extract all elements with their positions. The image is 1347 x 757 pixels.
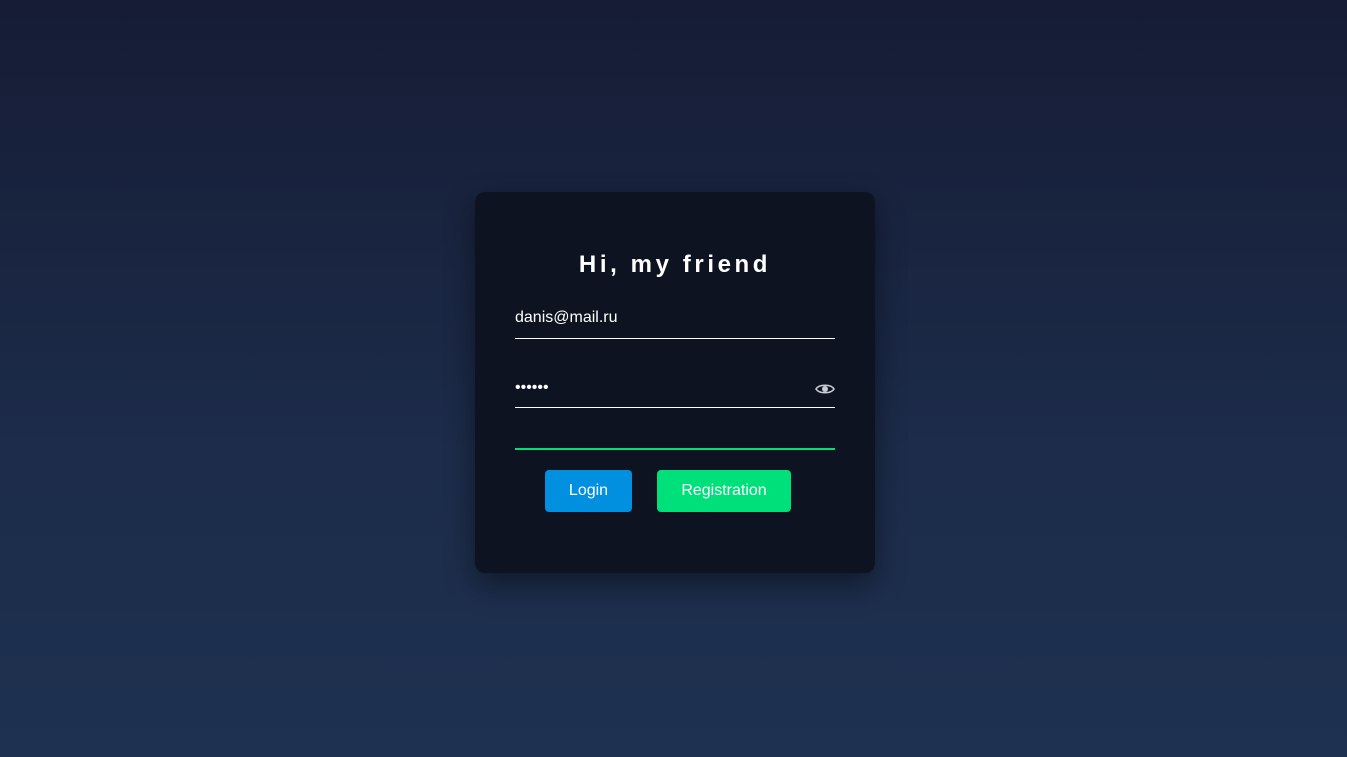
registration-button[interactable]: Registration: [657, 470, 791, 512]
eye-icon[interactable]: [815, 381, 835, 397]
card-title: Hi, my friend: [578, 251, 772, 278]
email-input[interactable]: [515, 306, 835, 330]
additional-field-wrapper: [515, 420, 835, 450]
password-input[interactable]: [515, 376, 805, 400]
login-button[interactable]: Login: [545, 470, 632, 512]
additional-input[interactable]: [515, 420, 835, 444]
login-card: Hi, my friend Login Registration: [475, 192, 875, 573]
password-field-wrapper: [515, 376, 835, 408]
email-field-wrapper: [515, 306, 835, 339]
